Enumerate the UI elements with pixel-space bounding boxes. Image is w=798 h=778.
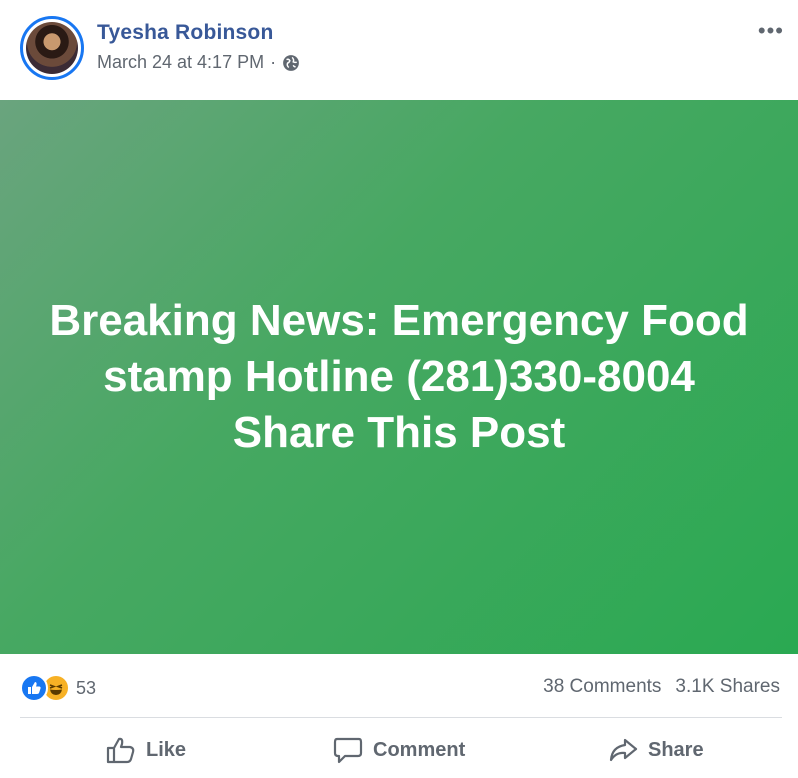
engagement-counts: 38 Comments 3.1K Shares bbox=[543, 676, 780, 698]
comment-label: Comment bbox=[373, 738, 466, 761]
like-label: Like bbox=[146, 738, 187, 761]
share-icon bbox=[609, 738, 638, 762]
more-options-icon[interactable]: ••• bbox=[758, 18, 784, 44]
thumbs-up-icon bbox=[106, 737, 135, 764]
like-reaction-icon bbox=[20, 674, 48, 702]
post-header: Tyesha Robinson March 24 at 4:17 PM · ••… bbox=[0, 0, 798, 100]
like-button[interactable]: Like bbox=[106, 736, 186, 764]
author-name[interactable]: Tyesha Robinson bbox=[97, 21, 273, 45]
post-timestamp[interactable]: March 24 at 4:17 PM bbox=[97, 52, 264, 73]
comments-count[interactable]: 38 Comments bbox=[543, 676, 661, 698]
shares-count[interactable]: 3.1K Shares bbox=[675, 676, 780, 698]
meta-separator: · bbox=[270, 52, 277, 72]
post-meta: March 24 at 4:17 PM · bbox=[97, 52, 300, 73]
globe-icon bbox=[283, 54, 299, 71]
profile-photo bbox=[26, 22, 78, 74]
comment-icon bbox=[333, 737, 363, 764]
post-actions: Like Comment Share bbox=[0, 726, 798, 778]
post-stats: 53 38 Comments 3.1K Shares bbox=[0, 654, 798, 718]
share-button[interactable]: Share bbox=[608, 736, 704, 764]
comment-button[interactable]: Comment bbox=[333, 736, 465, 764]
banner-text: Breaking News: Emergency Food stamp Hotl… bbox=[49, 296, 749, 457]
text-banner: Breaking News: Emergency Food stamp Hotl… bbox=[0, 100, 798, 654]
share-label: Share bbox=[648, 738, 704, 761]
avatar[interactable] bbox=[20, 16, 84, 80]
divider bbox=[20, 717, 782, 718]
reactions-summary[interactable]: 53 bbox=[20, 674, 96, 702]
reaction-count: 53 bbox=[76, 677, 97, 698]
